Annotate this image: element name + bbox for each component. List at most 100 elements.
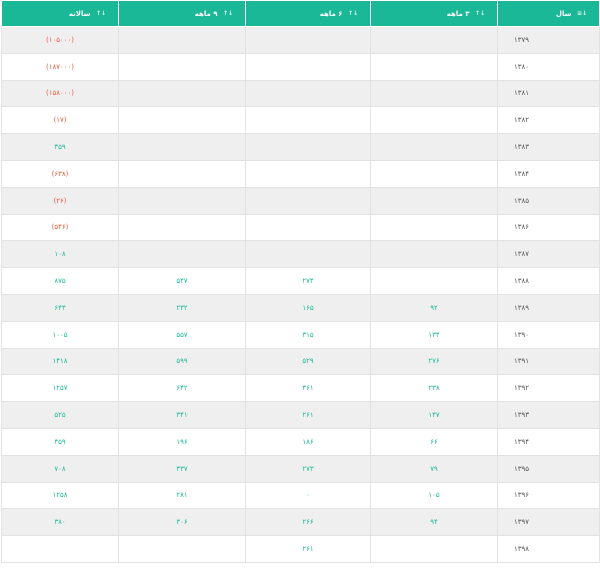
annual-cell: ۱۰۰۵ <box>1 320 119 349</box>
q3-cell: ۷۹ <box>370 454 498 483</box>
q9-cell: ۲۳۲ <box>118 293 246 322</box>
annual-cell: ۴۵۹ <box>1 133 119 161</box>
q6-cell: ۱۶۵ <box>245 293 371 322</box>
q9-cell <box>118 106 246 135</box>
q3-cell: ۲۳۸ <box>370 374 498 403</box>
annual-cell: ۷۰۸ <box>1 454 119 483</box>
table-row: ۱۳۸۰ (۱۸۷۰۰۰) <box>1 52 600 81</box>
header-label: سالانه <box>68 9 91 18</box>
year-cell: ۱۳۸۱ <box>497 79 600 108</box>
sort-icon: ↓≡ <box>576 10 587 17</box>
q6-cell: ۱۸۶ <box>245 427 371 456</box>
table-row: ۱۳۸۵ (۲۶) <box>1 186 600 215</box>
year-cell: ۱۳۹۴ <box>497 427 600 456</box>
table-row: ۱۳۸۴ (۶۳۸) <box>1 159 600 188</box>
q6-cell <box>245 159 371 188</box>
table-row: ۱۳۹۰ ۱۳۴ ۳۱۵ ۵۵۷ ۱۰۰۵ <box>1 320 600 349</box>
header-label: سال <box>555 9 572 18</box>
annual-cell: (۶۳۸) <box>1 159 119 188</box>
year-cell: ۱۳۹۵ <box>497 454 600 483</box>
q3-cell <box>370 535 498 563</box>
q6-cell: ۲۷۴ <box>245 267 371 295</box>
q3-cell <box>370 52 498 81</box>
year-cell: ۱۳۹۱ <box>497 347 600 376</box>
annual-cell: ۳۸۰ <box>1 508 119 537</box>
header-6month[interactable]: ↓↑ ۶ ماهه <box>245 0 371 27</box>
year-cell: ۱۳۹۲ <box>497 374 600 403</box>
annual-cell: ۱۴۱۸ <box>1 347 119 376</box>
q6-cell <box>245 106 371 135</box>
header-annual[interactable]: ↓↑ سالانه <box>1 0 119 27</box>
annual-cell: (۲۶) <box>1 186 119 215</box>
year-cell: ۱۳۹۷ <box>497 508 600 537</box>
q9-cell: ۳۴۱ <box>118 401 246 429</box>
table-row: ۱۳۸۳ ۴۵۹ <box>1 133 600 161</box>
table-row: ۱۳۸۹ ۹۲ ۱۶۵ ۲۳۲ ۶۴۳ <box>1 293 600 322</box>
header-3month[interactable]: ↓↑ ۳ ماهه <box>370 0 498 27</box>
q9-cell <box>118 186 246 215</box>
q9-cell: ۲۸۱ <box>118 481 246 510</box>
sort-icon: ↓↑ <box>95 10 106 17</box>
annual-cell: ۸۷۵ <box>1 267 119 295</box>
q9-cell: ۶۴۲ <box>118 374 246 403</box>
header-label: ۹ ماهه <box>194 9 218 18</box>
q6-cell: ۵۲۹ <box>245 347 371 376</box>
annual-cell: (۵۴۶) <box>1 213 119 242</box>
annual-cell: ۴۵۹ <box>1 427 119 456</box>
q9-cell: ۵۵۷ <box>118 320 246 349</box>
year-cell: ۱۳۸۳ <box>497 133 600 161</box>
q3-cell <box>370 213 498 242</box>
q6-cell: ۰ <box>245 481 371 510</box>
year-cell: ۱۳۸۶ <box>497 213 600 242</box>
annual-cell: (۱۷) <box>1 106 119 135</box>
table-header-row: ↓≡ سال ↓↑ ۳ ماهه ↓↑ ۶ ماهه ↓↑ ۹ ماهه ↓↑ <box>1 0 600 27</box>
table-row: ۱۳۸۲ (۱۷) <box>1 106 600 135</box>
q3-cell: ۹۲ <box>370 293 498 322</box>
q6-cell <box>245 133 371 161</box>
q3-cell: ۹۴ <box>370 508 498 537</box>
q9-cell <box>118 79 246 108</box>
table-row: ۱۳۸۷ ۱۰۸ <box>1 240 600 269</box>
year-cell: ۱۳۸۸ <box>497 267 600 295</box>
sort-icon: ↓↑ <box>347 10 358 17</box>
q3-cell: ۱۳۷ <box>370 401 498 429</box>
table-row: ۱۳۸۶ (۵۴۶) <box>1 213 600 242</box>
q6-cell <box>245 52 371 81</box>
q6-cell <box>245 213 371 242</box>
annual-cell: ۶۴۳ <box>1 293 119 322</box>
annual-cell: (۱۵۸۰۰۰) <box>1 79 119 108</box>
annual-cell: ۵۲۵ <box>1 401 119 429</box>
q3-cell <box>370 133 498 161</box>
sort-icon: ↓↑ <box>222 10 233 17</box>
year-cell: ۱۳۹۳ <box>497 401 600 429</box>
q3-cell <box>370 79 498 108</box>
q3-cell <box>370 159 498 188</box>
q9-cell: ۵۹۹ <box>118 347 246 376</box>
q9-cell <box>118 159 246 188</box>
header-9month[interactable]: ↓↑ ۹ ماهه <box>118 0 246 27</box>
year-cell: ۱۳۹۶ <box>497 481 600 510</box>
year-cell: ۱۳۸۹ <box>497 293 600 322</box>
q6-cell: ۳۱۵ <box>245 320 371 349</box>
year-cell: ۱۳۷۹ <box>497 26 600 54</box>
annual-cell <box>1 535 119 563</box>
q3-cell <box>370 267 498 295</box>
q6-cell <box>245 240 371 269</box>
q6-cell: ۲۶۶ <box>245 508 371 537</box>
q3-cell <box>370 26 498 54</box>
header-year[interactable]: ↓≡ سال <box>497 0 600 27</box>
q6-cell: ۴۶۱ <box>245 374 371 403</box>
header-label: ۳ ماهه <box>446 9 470 18</box>
q9-cell: ۳۳۷ <box>118 454 246 483</box>
year-cell: ۱۳۹۰ <box>497 320 600 349</box>
q3-cell: ۶۶ <box>370 427 498 456</box>
year-cell: ۱۳۸۰ <box>497 52 600 81</box>
table-row: ۱۳۹۵ ۷۹ ۲۷۳ ۳۳۷ ۷۰۸ <box>1 454 600 483</box>
year-cell: ۱۳۸۵ <box>497 186 600 215</box>
year-cell: ۱۳۸۲ <box>497 106 600 135</box>
year-cell: ۱۳۹۸ <box>497 535 600 563</box>
q3-cell <box>370 186 498 215</box>
data-table-container: ↓≡ سال ↓↑ ۳ ماهه ↓↑ ۶ ماهه ↓↑ ۹ ماهه ↓↑ <box>0 0 600 568</box>
q6-cell: ۲۶۱ <box>245 535 371 563</box>
table-body: ۱۳۷۹ (۱۰۵۰۰۰) ۱۳۸۰ (۱۸۷۰۰۰) ۱۳۸۱ (۱۵۸۰۰۰) ۱۳۸۲… <box>1 26 600 563</box>
